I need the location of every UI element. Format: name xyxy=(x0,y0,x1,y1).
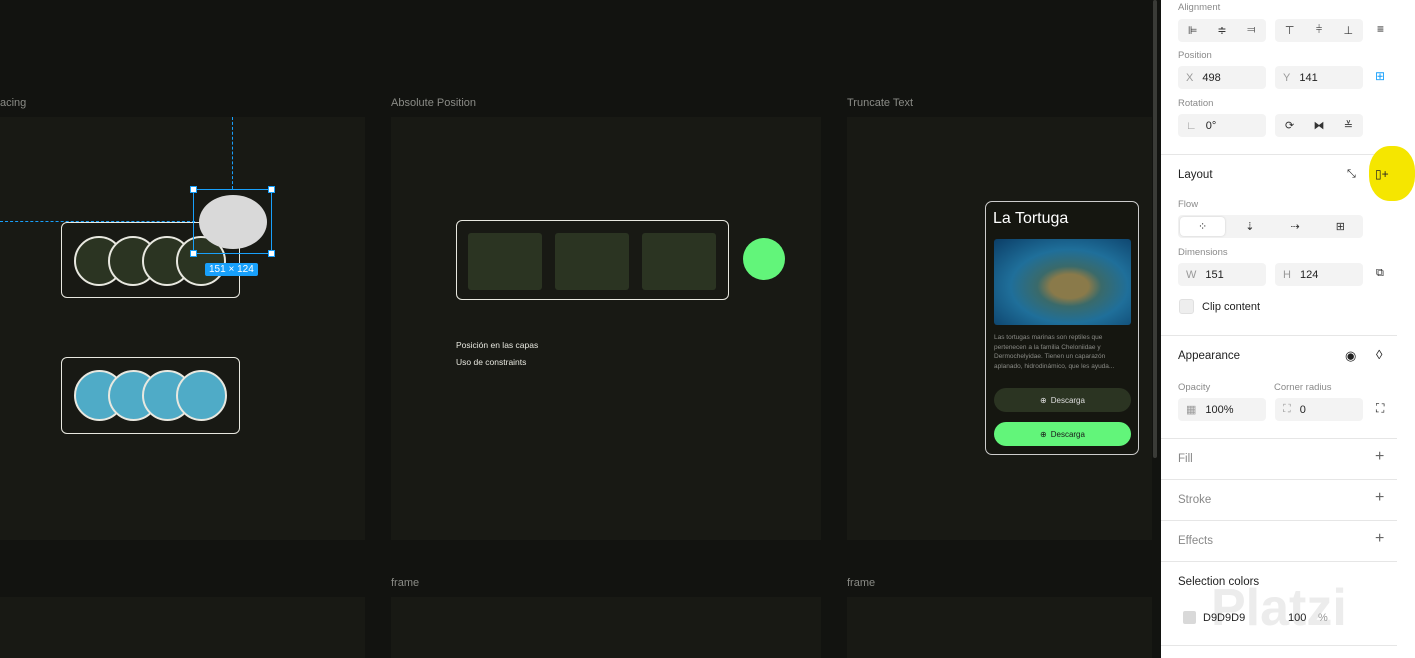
flip-vertical-icon[interactable]: ≚ xyxy=(1334,114,1363,137)
align-top-icon[interactable]: ⊤ xyxy=(1275,19,1304,42)
corner-icon: ⛶ xyxy=(1283,403,1291,415)
corner-value: 0 xyxy=(1299,403,1306,416)
percent-sign: % xyxy=(1318,612,1328,624)
align-bottom-icon[interactable]: ⊥ xyxy=(1334,19,1363,42)
rotation-input[interactable]: ∟ 0° xyxy=(1178,114,1266,137)
squares-group[interactable] xyxy=(456,220,729,300)
frame-absolute-position[interactable]: Posición en las capas Uso de constraints xyxy=(391,117,821,540)
position-label: Position xyxy=(1178,50,1212,61)
y-value: 141 xyxy=(1299,71,1318,84)
angle-icon: ∟ xyxy=(1186,119,1197,132)
color-swatch[interactable] xyxy=(1183,611,1196,624)
flip-horizontal-icon[interactable]: ⧓ xyxy=(1304,114,1333,137)
note: Uso de constraints xyxy=(456,357,527,367)
w-key: W xyxy=(1186,268,1197,281)
frame-label: acing xyxy=(0,97,27,109)
flow-vertical-icon[interactable]: ⇣ xyxy=(1227,215,1272,238)
frame-label: frame xyxy=(391,577,420,589)
frame-label: Truncate Text xyxy=(847,97,914,109)
add-stroke-icon[interactable]: + xyxy=(1375,489,1384,507)
selection-box[interactable] xyxy=(190,186,275,257)
button-label: Descarga xyxy=(1050,395,1085,405)
add-auto-layout-icon[interactable]: ▯+ xyxy=(1375,167,1389,181)
appearance-title: Appearance xyxy=(1178,350,1241,362)
vertical-align-group[interactable]: ⊤ ⫩ ⊥ xyxy=(1275,19,1363,42)
properties-panel: Alignment ⊫ ≑ ⫤ ⊤ ⫩ ⊥ ≡ Position X 498 Y 141 ⊞… xyxy=(1161,0,1415,658)
flow-label: Flow xyxy=(1178,199,1199,210)
w-value: 151 xyxy=(1205,268,1224,281)
frame-truncate-text[interactable]: La Tortuga Las tortugas marinas son rept… xyxy=(847,117,1152,540)
note: Posición en las capas xyxy=(456,340,539,350)
opacity-label: Opacity xyxy=(1178,382,1211,393)
flow-freeform-icon[interactable]: ⁘ xyxy=(1180,217,1226,236)
rotation-value: 0° xyxy=(1205,119,1217,132)
platzi-watermark: Platzi xyxy=(1211,579,1347,637)
card-title: La Tortuga xyxy=(993,210,1069,227)
frame-label: Absolute Position xyxy=(391,97,476,109)
frame[interactable] xyxy=(391,597,821,658)
download-button-dark[interactable]: ⊕ Descarga xyxy=(994,388,1131,412)
align-center-h-icon[interactable]: ≑ xyxy=(1207,19,1236,42)
transform-group[interactable]: ⟳ ⧓ ≚ xyxy=(1275,114,1363,137)
distribute-icon[interactable]: ≡ xyxy=(1377,22,1384,36)
teal-circles-group[interactable] xyxy=(61,357,240,434)
corner-radius-input[interactable]: ⛶ 0 xyxy=(1275,398,1363,421)
opacity-icon: ▦ xyxy=(1186,404,1197,416)
flow-horizontal-icon[interactable]: ⇢ xyxy=(1273,215,1318,238)
frame-label: frame xyxy=(847,577,876,589)
horizontal-align-group[interactable]: ⊫ ≑ ⫤ xyxy=(1178,19,1266,42)
flow-grid-icon[interactable]: ⊞ xyxy=(1318,215,1363,238)
dimensions-label: Dimensions xyxy=(1178,247,1228,258)
card-body: Las tortugas marinas son reptiles que pe… xyxy=(994,334,1115,370)
clip-content-label: Clip content xyxy=(1202,301,1261,313)
download-icon: ⊕ xyxy=(1040,429,1047,439)
frame[interactable] xyxy=(0,597,365,658)
opacity-value: 100% xyxy=(1205,403,1234,416)
turtle-image xyxy=(994,239,1131,325)
clip-content-checkbox[interactable] xyxy=(1179,299,1194,314)
green-circle[interactable] xyxy=(743,238,785,280)
h-value: 124 xyxy=(1299,268,1319,281)
effects-title: Effects xyxy=(1178,535,1213,547)
x-key: X xyxy=(1186,71,1194,84)
align-left-icon[interactable]: ⊫ xyxy=(1178,19,1207,42)
h-key: H xyxy=(1283,268,1291,281)
layout-title: Layout xyxy=(1178,169,1213,181)
canvas-scrollbar[interactable] xyxy=(1153,0,1157,458)
frame-spacing[interactable]: 151 × 124 xyxy=(0,117,365,540)
resize-icon[interactable]: ⧉ xyxy=(1376,267,1384,280)
add-fill-icon[interactable]: + xyxy=(1375,448,1384,466)
alignment-label: Alignment xyxy=(1178,2,1221,13)
opacity-input[interactable]: ▦ 100% xyxy=(1178,398,1266,421)
stroke-title: Stroke xyxy=(1178,494,1212,506)
y-input[interactable]: Y 141 xyxy=(1275,66,1363,89)
rotation-label: Rotation xyxy=(1178,98,1214,109)
y-key: Y xyxy=(1283,71,1291,84)
color-opacity[interactable]: 100 xyxy=(1288,612,1306,624)
x-value: 498 xyxy=(1202,71,1221,84)
color-hex[interactable]: D9D9D9 xyxy=(1203,612,1245,624)
rotate-icon[interactable]: ⟳ xyxy=(1275,114,1304,137)
download-button-green[interactable]: ⊕ Descarga xyxy=(994,422,1131,446)
align-right-icon[interactable]: ⫤ xyxy=(1237,19,1266,42)
corner-radius-label: Corner radius xyxy=(1274,382,1332,393)
size-badge: 151 × 124 xyxy=(205,263,258,276)
frame[interactable] xyxy=(847,597,1152,658)
button-label: Descarga xyxy=(1050,429,1085,439)
align-middle-icon[interactable]: ⫩ xyxy=(1304,19,1333,42)
flow-group[interactable]: ⁘ ⇣ ⇢ ⊞ xyxy=(1178,215,1363,238)
independent-corners-icon[interactable]: ⛶ xyxy=(1376,401,1384,416)
constraints-icon[interactable]: ⊞ xyxy=(1375,69,1385,83)
fill-title: Fill xyxy=(1178,453,1193,465)
x-input[interactable]: X 498 xyxy=(1178,66,1266,89)
height-input[interactable]: H 124 xyxy=(1275,263,1363,286)
collapse-icon[interactable]: ⤡ xyxy=(1347,168,1356,181)
eye-icon[interactable]: ◉ xyxy=(1345,348,1356,364)
blend-drop-icon[interactable]: ◊ xyxy=(1376,347,1382,362)
download-icon: ⊕ xyxy=(1040,395,1047,405)
width-input[interactable]: W 151 xyxy=(1178,263,1266,286)
tortuga-card[interactable]: La Tortuga Las tortugas marinas son rept… xyxy=(985,201,1139,455)
add-effect-icon[interactable]: + xyxy=(1375,530,1384,548)
